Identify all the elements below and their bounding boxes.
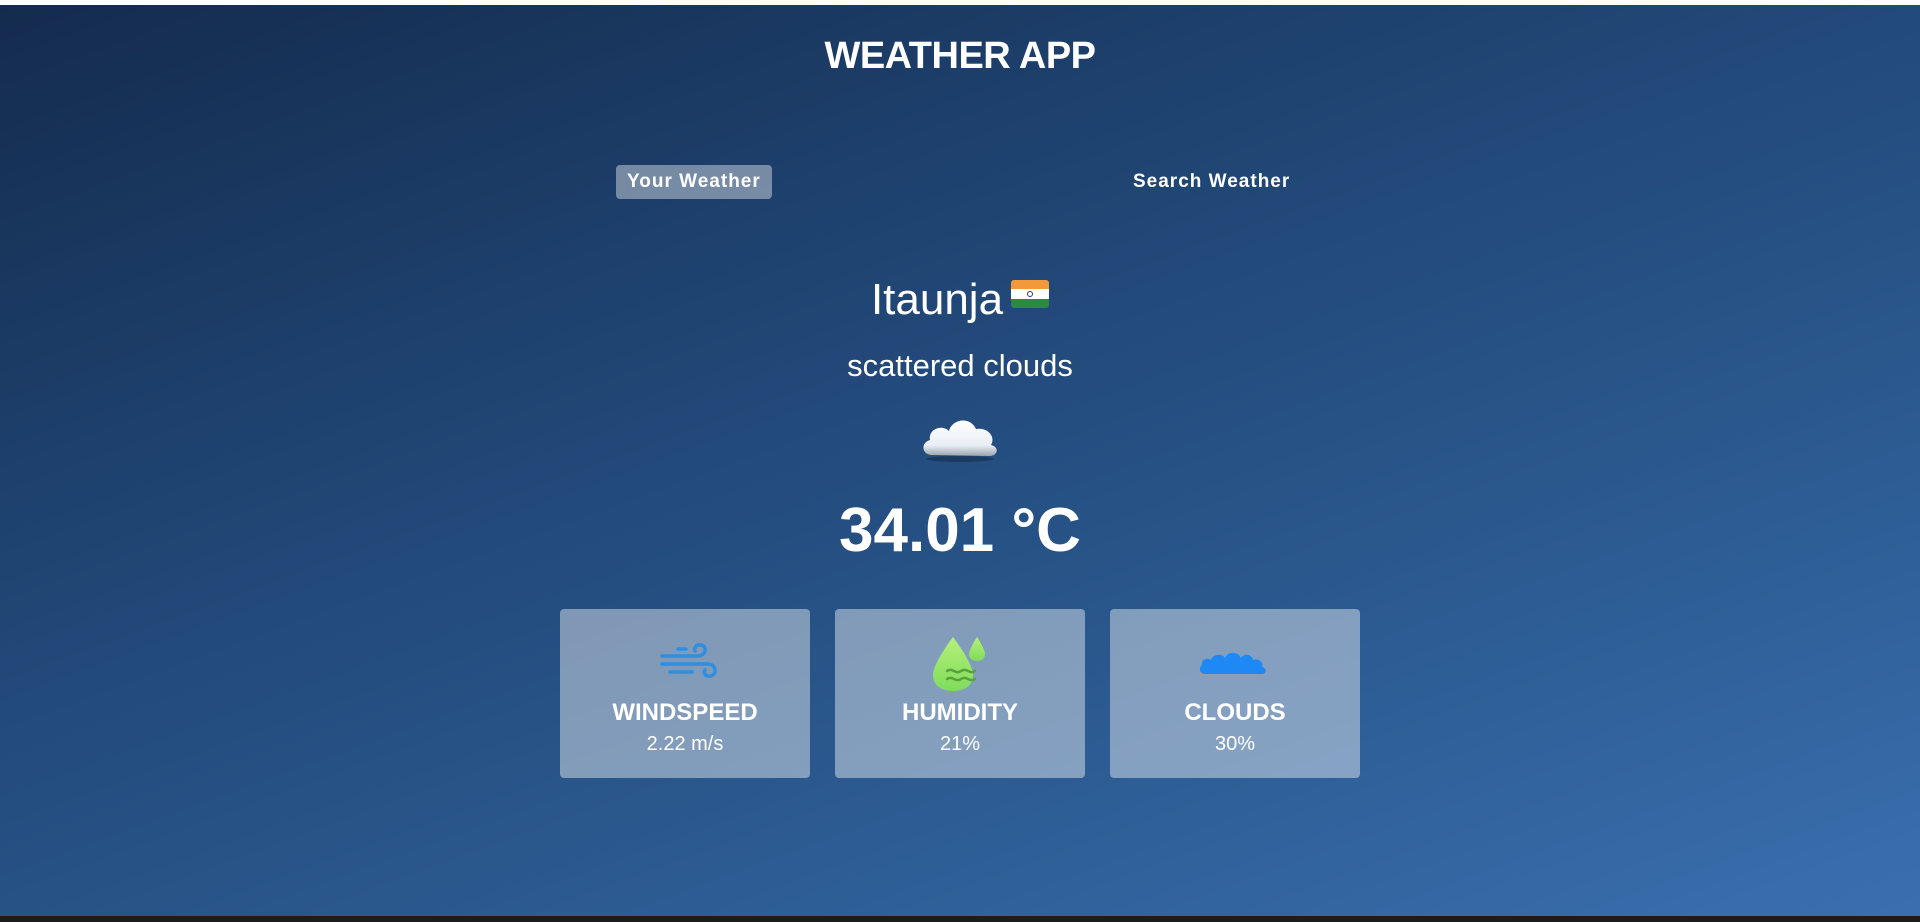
bottom-edge-bar: [0, 916, 1920, 922]
wind-icon: [660, 643, 717, 678]
city-name: Itaunja: [870, 275, 1004, 324]
clouds-card: CLOUDS 30%: [1110, 609, 1360, 778]
clouds-label: CLOUDS: [1184, 699, 1286, 726]
humidity-drops-icon: [933, 637, 985, 691]
humidity-value: 21%: [939, 733, 981, 755]
cloud-icon: [923, 420, 997, 462]
windspeed-card: WINDSPEED 2.22 m/s: [560, 609, 810, 778]
india-flag-icon: [1011, 280, 1050, 308]
weather-description: scattered clouds: [847, 348, 1073, 383]
city-heading: Itaunja: [0, 275, 1920, 325]
windspeed-label: WINDSPEED: [612, 699, 758, 726]
windspeed-value: 2.22 m/s: [646, 733, 724, 755]
humidity-label: HUMIDITY: [902, 699, 1018, 726]
clouds-value: 30%: [1214, 733, 1256, 755]
tab-search-weather[interactable]: Search Weather: [1122, 165, 1301, 199]
temperature-value: 34.01 °C: [839, 496, 1081, 565]
tab-your-weather[interactable]: Your Weather: [616, 165, 772, 199]
clouds-icon: [1199, 652, 1266, 674]
weather-app: WEATHER APP Your Weather Search Weather …: [0, 5, 1920, 916]
humidity-card: HUMIDITY 21%: [835, 609, 1085, 778]
app-title: WEATHER APP: [824, 35, 1096, 77]
